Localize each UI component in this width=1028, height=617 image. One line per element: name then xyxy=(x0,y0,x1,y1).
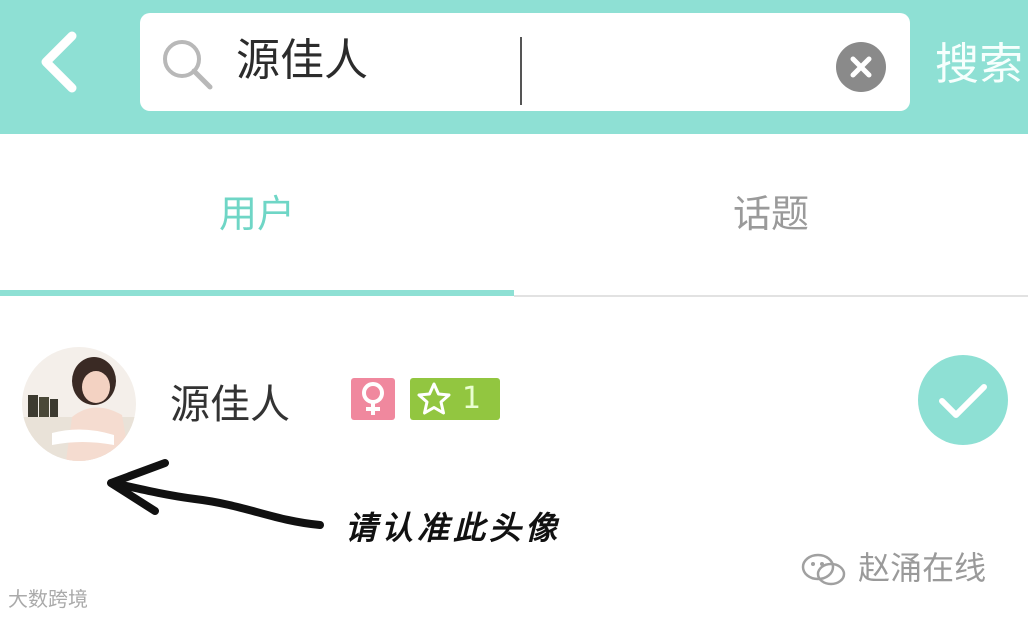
chevron-left-icon xyxy=(41,31,77,93)
back-button[interactable] xyxy=(22,22,102,102)
avatar[interactable] xyxy=(22,347,136,461)
clear-button[interactable] xyxy=(836,42,886,92)
watermark-left: 大数跨境 xyxy=(8,583,88,612)
annotation-text: 请认准此头像 xyxy=(345,509,562,547)
tab-bar: 用户 话题 xyxy=(0,134,1028,299)
search-submit-button[interactable]: 搜索 xyxy=(935,30,1028,100)
gender-badge xyxy=(351,378,395,420)
watermark-right: 赵涌在线 xyxy=(800,543,986,589)
level-number: 1 xyxy=(462,381,482,416)
search-header: 搜索 xyxy=(0,0,1028,134)
text-caret xyxy=(520,37,522,105)
star-icon xyxy=(417,382,451,415)
watermark-left-text: 大数跨境 xyxy=(8,587,88,611)
tab-divider xyxy=(514,295,1028,297)
avatar-photo xyxy=(22,347,136,461)
search-box[interactable] xyxy=(140,13,910,111)
level-badge: 1 xyxy=(410,378,500,420)
arrow-left-icon xyxy=(107,459,324,529)
close-icon xyxy=(850,56,872,78)
user-name[interactable]: 源佳人 xyxy=(170,372,290,430)
watermark-right-text: 赵涌在线 xyxy=(858,549,987,587)
search-input[interactable] xyxy=(236,29,836,93)
wechat-icon xyxy=(801,553,846,586)
tab-users[interactable]: 用户 xyxy=(0,134,514,294)
tab-active-indicator xyxy=(0,290,514,296)
search-icon xyxy=(163,40,213,90)
female-icon xyxy=(362,382,384,415)
tab-topics[interactable]: 话题 xyxy=(514,134,1028,294)
check-icon xyxy=(939,384,987,418)
follow-button[interactable] xyxy=(918,355,1008,445)
